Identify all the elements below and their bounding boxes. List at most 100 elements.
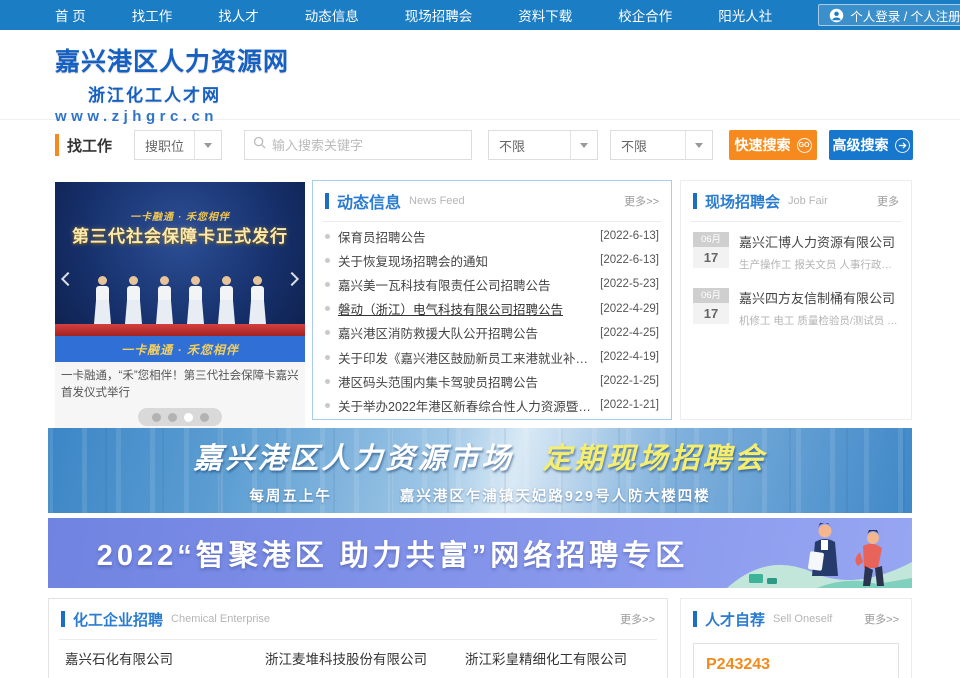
chemical-company[interactable]: 浙江麦堆科技股份有限公司 销售专员 会计 土建主管 — [265, 648, 451, 678]
search-accent-bar — [55, 134, 59, 156]
carousel-dot-4[interactable] — [200, 413, 209, 422]
date-badge-day: 17 — [693, 247, 729, 268]
nav-downloads[interactable]: 资料下载 — [518, 5, 596, 25]
nav-find-talent[interactable]: 找人才 — [218, 5, 283, 25]
news-item-date: [2022-4-19] — [600, 351, 659, 363]
candidate-card[interactable]: P243243 男 ｜ 嘉兴市->嘉兴港区 ｜ 八年以上 — [693, 643, 899, 678]
news-item-title: 嘉兴港区消防救援大队公开招聘公告 — [338, 323, 592, 342]
bullet-icon — [325, 403, 330, 408]
search-keyword-input[interactable] — [272, 138, 463, 153]
go-badge-icon: GO — [797, 138, 812, 153]
date-badge-month: 06月 — [693, 288, 729, 303]
news-item[interactable]: 港区码头范围内集卡驾驶员招聘公告 [2022-1-25] — [325, 369, 659, 393]
carousel-caption[interactable]: 一卡融通，“禾”您相伴！第三代社会保障卡嘉兴首发仪式举行 — [61, 368, 299, 401]
self-recommendation-subtitle: Sell Oneself — [773, 613, 832, 625]
job-fair-roles: 机修工 电工 质量检验员/测试员 叉车... — [739, 313, 899, 328]
search-input-wrapper — [244, 130, 472, 160]
banner1-title: 嘉兴港区人力资源市场 定期现场招聘会 — [193, 435, 766, 477]
chemical-company[interactable]: 嘉兴石化有限公司 工艺员 设备管理 警卫（残疾工） — [65, 648, 251, 678]
job-fair-title: 现场招聘会 — [705, 191, 780, 212]
job-fair-item-info: 嘉兴四方友信制桶有限公司 机修工 电工 质量检验员/测试员 叉车... — [739, 288, 899, 328]
job-fair-more-link[interactable]: 更多 — [877, 193, 899, 209]
section-accent-bar — [61, 611, 65, 627]
carousel-dot-1[interactable] — [152, 413, 161, 422]
chemical-company[interactable]: 浙江彩皇精细化工有限公司 普工（制造科） 营业担当 — [465, 648, 651, 678]
chemical-more-link[interactable]: 更多>> — [620, 611, 655, 627]
nav-sunshine-hr[interactable]: 阳光人社 — [718, 5, 796, 25]
site-header: 嘉兴港区人力资源网 浙江化工人才网 www.zjhgrc.cn — [0, 30, 960, 120]
chemical-enterprise-title: 化工企业招聘 — [73, 609, 163, 630]
site-subtitle: 浙江化工人才网 — [88, 81, 289, 106]
banner2-illustration — [697, 518, 912, 588]
search-icon — [253, 136, 266, 154]
news-item[interactable]: 嘉兴美一瓦科技有限责任公司招聘公告 [2022-5-23] — [325, 272, 659, 296]
search-category-value: 搜职位 — [135, 136, 194, 155]
search-filter1-value: 不限 — [489, 136, 570, 155]
carousel-dot-3[interactable] — [184, 413, 193, 422]
company-name: 浙江麦堆科技股份有限公司 — [265, 648, 451, 668]
news-item-title: 嘉兴美一瓦科技有限责任公司招聘公告 — [338, 275, 592, 294]
nav-home[interactable]: 首 页 — [55, 5, 110, 25]
online-recruitment-banner[interactable]: 2022“智聚港区 助力共富”网络招聘专区 — [48, 518, 912, 588]
news-carousel: 一卡融通 · 禾您相伴 第三代社会保障卡正式发行 一卡融通 · 禾您相伴 一卡融… — [55, 182, 305, 434]
job-fair-header: 现场招聘会 Job Fair 更多 — [681, 181, 911, 221]
slide-title: 第三代社会保障卡正式发行 — [55, 222, 305, 247]
news-item[interactable]: 关于恢复现场招聘会的通知 [2022-6-13] — [325, 248, 659, 272]
news-item-title: 关于印发《嘉兴港区鼓励新员工来港就业补助操作... — [338, 348, 592, 367]
nav-find-job[interactable]: 找工作 — [132, 5, 197, 25]
personal-login-register-button[interactable]: 个人登录 / 个人注册 — [818, 4, 960, 26]
bullet-icon — [325, 330, 330, 335]
job-fair-item[interactable]: 06月 17 嘉兴汇博人力资源有限公司 生产操作工 报关文员 人事行政助理... — [693, 232, 899, 272]
news-item-title: 保育员招聘公告 — [338, 227, 592, 246]
company-name: 浙江彩皇精细化工有限公司 — [465, 648, 651, 668]
company-name: 嘉兴石化有限公司 — [65, 648, 251, 668]
banner1-address: 嘉兴港区乍浦镇天妃路929号人防大楼四楼 — [400, 489, 711, 505]
news-item-date: [2022-4-29] — [600, 303, 659, 315]
slide-banner-strip: 一卡融通 · 禾您相伴 — [55, 336, 305, 362]
news-item-date: [2022-1-21] — [600, 399, 659, 411]
chemical-enterprise-header: 化工企业招聘 Chemical Enterprise 更多>> — [49, 599, 667, 639]
quick-search-button[interactable]: 快速搜索 GO — [729, 130, 817, 160]
arrow-right-circle-icon — [895, 138, 910, 153]
news-item[interactable]: 磐动（浙江）电气科技有限公司招聘公告 [2022-4-29] — [325, 297, 659, 321]
news-item-title: 港区码头范围内集卡驾驶员招聘公告 — [338, 372, 592, 391]
search-filter2-value: 不限 — [611, 136, 685, 155]
search-filter1-select[interactable]: 不限 — [488, 130, 598, 160]
section-accent-bar — [325, 193, 329, 209]
news-item-date: [2022-1-25] — [600, 375, 659, 387]
news-item[interactable]: 关于举办2022年港区新春综合性人力资源暨春风... [2022-1-21] — [325, 393, 659, 417]
job-fair-subtitle: Job Fair — [788, 195, 828, 207]
top-nav: 首 页 找工作 找人才 动态信息 现场招聘会 资料下载 校企合作 阳光人社 — [0, 5, 818, 25]
news-more-link[interactable]: 更多>> — [624, 193, 659, 209]
news-item[interactable]: 保育员招聘公告 [2022-6-13] — [325, 224, 659, 248]
carousel-dot-2[interactable] — [168, 413, 177, 422]
section-accent-bar — [693, 193, 697, 209]
nav-news[interactable]: 动态信息 — [305, 5, 383, 25]
chevron-down-icon — [685, 131, 712, 159]
banner1-subtitle: 每周五上午 嘉兴港区乍浦镇天妃路929号人防大楼四楼 — [249, 485, 710, 506]
site-logo[interactable]: 嘉兴港区人力资源网 浙江化工人才网 www.zjhgrc.cn — [55, 42, 289, 125]
job-fair-item[interactable]: 06月 17 嘉兴四方友信制桶有限公司 机修工 电工 质量检验员/测试员 叉车.… — [693, 288, 899, 328]
date-badge: 06月 17 — [693, 288, 729, 328]
news-feed-header: 动态信息 News Feed 更多>> — [313, 181, 671, 221]
search-filter2-select[interactable]: 不限 — [610, 130, 713, 160]
news-list: 保育员招聘公告 [2022-6-13] 关于恢复现场招聘会的通知 [2022-6… — [313, 222, 671, 418]
search-category-select[interactable]: 搜职位 — [134, 130, 222, 160]
chevron-down-icon — [570, 131, 597, 159]
news-item[interactable]: 关于印发《嘉兴港区鼓励新员工来港就业补助操作... [2022-4-19] — [325, 345, 659, 369]
bullet-icon — [325, 355, 330, 360]
candidate-id: P243243 — [706, 656, 886, 674]
slide-tagline: 一卡融通 · 禾您相伴 — [55, 208, 305, 223]
nav-job-fair[interactable]: 现场招聘会 — [405, 5, 497, 25]
chevron-down-icon — [194, 131, 221, 159]
self-recommendation-more-link[interactable]: 更多>> — [864, 611, 899, 627]
news-item[interactable]: 嘉兴港区消防救援大队公开招聘公告 [2022-4-25] — [325, 321, 659, 345]
talent-self-recommendation-panel: 人才自荐 Sell Oneself 更多>> P243243 男 ｜ 嘉兴市->… — [680, 598, 912, 678]
banner1-schedule: 每周五上午 — [249, 489, 332, 505]
nav-school-cooperation[interactable]: 校企合作 — [618, 5, 696, 25]
carousel-slide[interactable]: 一卡融通 · 禾您相伴 第三代社会保障卡正式发行 一卡融通 · 禾您相伴 — [55, 182, 305, 362]
topbar-right: 个人登录 / 个人注册 企业入口 — [818, 4, 960, 26]
top-navigation-bar: 首 页 找工作 找人才 动态信息 现场招聘会 资料下载 校企合作 阳光人社 个人… — [0, 0, 960, 30]
job-fair-banner[interactable]: 嘉兴港区人力资源市场 定期现场招聘会 每周五上午 嘉兴港区乍浦镇天妃路929号人… — [48, 428, 912, 513]
advanced-search-button[interactable]: 高级搜索 — [829, 130, 913, 160]
